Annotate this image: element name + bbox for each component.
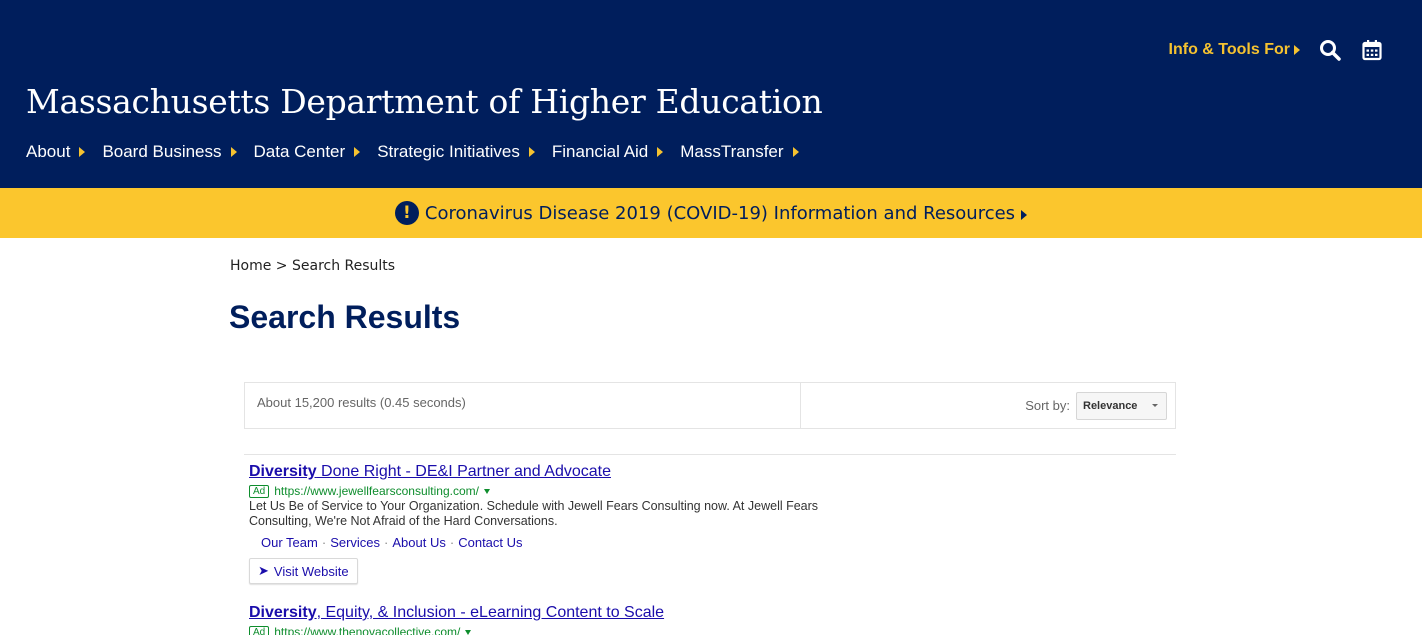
sitelink-separator: · <box>449 535 455 550</box>
ad-url[interactable]: https://www.jewellfearsconsulting.com/ <box>274 484 479 498</box>
ad-title-text: Done Right - DE&I Partner and Advocate <box>316 463 611 480</box>
breadcrumb: Home > Search Results <box>230 258 395 274</box>
nav-item-financial-aid[interactable]: Financial Aid <box>551 142 664 162</box>
search-icon[interactable] <box>1318 38 1342 62</box>
sitelink-our-team[interactable]: Our Team <box>261 535 318 550</box>
caret-right-icon <box>657 147 664 157</box>
nav-item-label: Financial Aid <box>551 142 649 161</box>
ad-title-link[interactable]: Diversity Done Right - DE&I Partner and … <box>249 463 889 481</box>
nav-item-label: About <box>26 142 71 161</box>
nav-item-masstransfer[interactable]: MassTransfer <box>680 142 799 162</box>
site-header: Info & Tools For Massachusetts Departmen… <box>0 0 1422 188</box>
nav-item-board-business[interactable]: Board Business <box>102 142 237 162</box>
sitelink-contact-us[interactable]: Contact Us <box>458 535 522 550</box>
ad-title-keyword: Diversity <box>249 463 317 480</box>
sort-value: Relevance <box>1083 399 1138 412</box>
caret-right-icon <box>1294 45 1300 55</box>
sitelink-separator: · <box>321 535 327 550</box>
visit-website-label: Visit Website <box>273 563 349 579</box>
site-title[interactable]: Massachusetts Department of Higher Educa… <box>26 82 823 121</box>
divider <box>244 454 1176 455</box>
results-info-bar: About 15,200 results (0.45 seconds) Sort… <box>244 382 1176 429</box>
nav-item-label: Board Business <box>102 142 222 161</box>
caret-right-icon <box>79 147 86 157</box>
ad-badge: Ad <box>249 484 270 498</box>
chevron-down-icon <box>1152 404 1158 407</box>
breadcrumb-home-link[interactable]: Home <box>230 258 271 274</box>
sort-area: Sort by: Relevance <box>801 383 1175 428</box>
ad-result: Diversity Done Right - DE&I Partner and … <box>249 463 889 584</box>
ad-badge: Ad <box>249 625 270 635</box>
ad-title-text: , Equity, & Inclusion - eLearning Conten… <box>316 604 665 621</box>
utility-nav: Info & Tools For <box>1169 38 1384 62</box>
caret-right-icon <box>528 147 535 157</box>
caret-right-icon <box>1021 209 1028 220</box>
chevron-down-icon[interactable] <box>483 488 490 494</box>
nav-item-label: Strategic Initiatives <box>377 142 520 161</box>
nav-item-about[interactable]: About <box>26 142 86 162</box>
caret-right-icon <box>792 147 799 157</box>
main-nav: About Board Business Data Center Strateg… <box>26 142 816 162</box>
info-tools-label: Info & Tools For <box>1168 41 1290 58</box>
sitelink-services[interactable]: Services <box>330 535 380 550</box>
ad-sitelinks: Our Team · Services · About Us · Contact Us <box>261 535 889 550</box>
breadcrumb-current: Search Results <box>291 258 396 274</box>
chevron-down-icon[interactable] <box>465 629 472 635</box>
ad-title-keyword: Diversity <box>249 604 317 621</box>
sitelink-about-us[interactable]: About Us <box>392 535 445 550</box>
page-title: Search Results <box>229 299 461 335</box>
calendar-icon[interactable] <box>1360 38 1384 62</box>
breadcrumb-separator: > <box>271 258 292 274</box>
ad-description: Let Us Be of Service to Your Organizatio… <box>249 499 819 528</box>
caret-right-icon <box>354 147 361 157</box>
ad-url-line: Ad https://www.thenovacollective.com/ <box>249 625 889 635</box>
sort-label: Sort by: <box>1025 398 1070 413</box>
ad-url[interactable]: https://www.thenovacollective.com/ <box>274 625 460 635</box>
sort-select[interactable]: Relevance <box>1076 391 1167 420</box>
ad-url-line: Ad https://www.jewellfearsconsulting.com… <box>249 484 889 498</box>
results-count: About 15,200 results (0.45 seconds) <box>245 383 801 428</box>
alert-text: Coronavirus Disease 2019 (COVID-19) Info… <box>424 202 1016 224</box>
nav-item-label: Data Center <box>253 142 346 161</box>
nav-item-data-center[interactable]: Data Center <box>254 142 361 162</box>
nav-item-strategic-initiatives[interactable]: Strategic Initiatives <box>377 142 535 162</box>
info-tools-menu[interactable]: Info & Tools For <box>1169 41 1300 59</box>
exclamation-icon: ! <box>394 201 419 225</box>
nav-item-label: MassTransfer <box>680 142 784 161</box>
ad-result: Diversity, Equity, & Inclusion - eLearni… <box>249 604 889 635</box>
caret-right-icon <box>230 147 237 157</box>
covid-alert-banner[interactable]: ! Coronavirus Disease 2019 (COVID-19) In… <box>0 188 1422 238</box>
visit-website-button[interactable]: ➤ Visit Website <box>249 558 358 584</box>
arrow-right-icon: ➤ <box>258 563 269 578</box>
sitelink-separator: · <box>384 535 389 550</box>
ad-title-link[interactable]: Diversity, Equity, & Inclusion - eLearni… <box>249 604 889 622</box>
